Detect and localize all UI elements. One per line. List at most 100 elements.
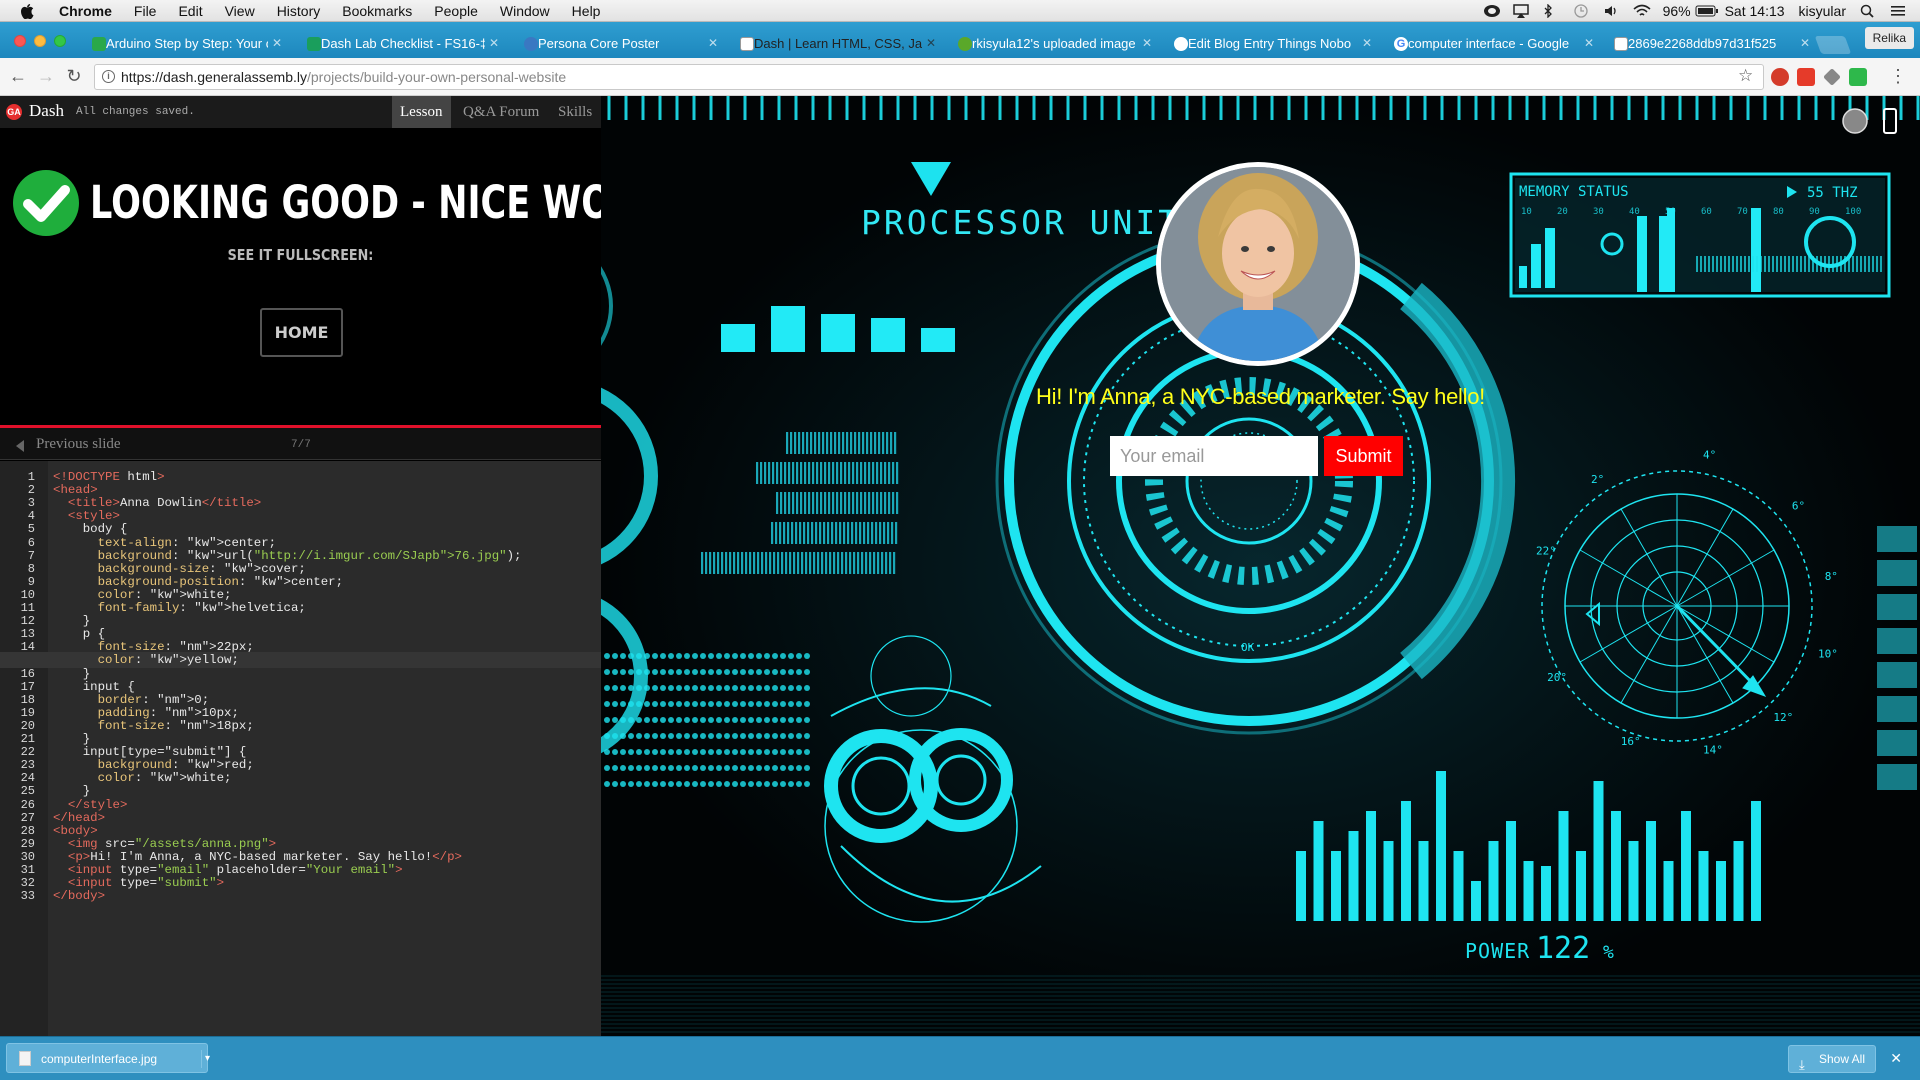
home-button[interactable]: HOME: [260, 308, 343, 357]
previous-slide-link[interactable]: Previous slide: [36, 436, 121, 453]
creative-cloud-icon[interactable]: [1483, 4, 1500, 18]
hud-dot: [604, 749, 610, 755]
notification-center-icon[interactable]: [1890, 4, 1906, 18]
tab-close-icon[interactable]: ✕: [1800, 29, 1810, 58]
hud-bar-stripe: [806, 432, 809, 454]
menubar-user[interactable]: kisyular: [1799, 3, 1846, 19]
airplay-icon[interactable]: [1512, 3, 1529, 18]
line-number: 23: [20, 758, 35, 773]
tab-close-icon[interactable]: ✕: [1362, 29, 1372, 58]
hud-dot: [604, 717, 610, 723]
ga-logo-icon[interactable]: GA: [6, 104, 22, 120]
code-line: text-align: "kw">center;: [97, 535, 277, 550]
show-all-downloads-button[interactable]: ⤓ Show All: [1787, 1045, 1876, 1073]
menu-file[interactable]: File: [123, 0, 168, 22]
line-number: 16: [20, 666, 35, 681]
hud-dot: [788, 717, 794, 723]
window-minimize-button[interactable]: [34, 35, 46, 47]
dash-header: GA Dash All changes saved. Lesson Q&A Fo…: [0, 96, 601, 128]
hud-bar-stripe: [856, 492, 859, 514]
window-close-button[interactable]: [14, 35, 26, 47]
tab-arduino[interactable]: Arduino Step by Step: Your c ✕: [78, 29, 290, 58]
menu-help[interactable]: Help: [561, 0, 612, 22]
memory-tick-label: 100: [1845, 207, 1861, 217]
time-machine-icon[interactable]: [1573, 3, 1589, 18]
battery-icon[interactable]: [1695, 4, 1718, 18]
spotlight-search-icon[interactable]: [1860, 4, 1876, 18]
line-number: 26: [20, 797, 35, 812]
power-bar: [1523, 861, 1534, 921]
hud-bar-stripe: [867, 522, 870, 544]
hud-bar-stripe: [840, 462, 843, 484]
hud-dot: [780, 701, 786, 707]
wifi-icon[interactable]: [1633, 4, 1651, 18]
power-bar: [1471, 881, 1481, 921]
tab-close-icon[interactable]: ✕: [708, 29, 718, 58]
tab-dash-lab-checklist[interactable]: Dash Lab Checklist - FS16-‡ ✕: [293, 29, 507, 58]
tab-persona-core-poster[interactable]: Persona Core Poster ✕: [510, 29, 726, 58]
address-bar[interactable]: i https://dash.generalassemb.ly/projects…: [94, 64, 1764, 90]
profile-button[interactable]: Relika: [1864, 27, 1914, 49]
extension-lastpass-icon[interactable]: [1771, 68, 1789, 86]
menu-edit[interactable]: Edit: [167, 0, 213, 22]
hud-dot: [636, 717, 642, 723]
tab-close-icon[interactable]: ✕: [1142, 29, 1152, 58]
memory-tick-label: 20: [1557, 207, 1568, 217]
close-download-bar-icon[interactable]: ✕: [1890, 1050, 1902, 1067]
website-preview: PROCESSOR UNIT OK MEMORY STATUS 55 THZ 1…: [601, 96, 1920, 1036]
forward-arrow-icon[interactable]: →: [32, 63, 60, 91]
show-all-label: Show All: [1818, 1052, 1865, 1066]
tab-qa-forum[interactable]: Q&A Forum: [455, 96, 547, 128]
memory-rate: 55 THZ: [1807, 185, 1858, 201]
bluetooth-icon[interactable]: [1543, 2, 1559, 19]
back-arrow-icon[interactable]: ←: [4, 63, 32, 91]
tab-close-icon[interactable]: ✕: [926, 29, 936, 58]
extension-red-icon[interactable]: [1797, 68, 1815, 86]
menu-people[interactable]: People: [423, 0, 489, 22]
submit-button[interactable]: Submit: [1324, 436, 1403, 476]
menu-history[interactable]: History: [266, 0, 332, 22]
browser-tab-strip: Arduino Step by Step: Your c ✕ Dash Lab …: [0, 22, 1920, 58]
menu-app-name[interactable]: Chrome: [48, 0, 123, 22]
download-item[interactable]: computerInterface.jpg ▾: [6, 1043, 210, 1073]
download-menu-caret-icon[interactable]: ▾: [201, 1050, 213, 1068]
hud-dot: [700, 749, 706, 755]
new-tab-button[interactable]: [1814, 36, 1852, 54]
menubar-clock[interactable]: Sat 14:13: [1725, 3, 1785, 19]
tab-edit-blog-entry[interactable]: Edit Blog Entry Things Nobo ✕: [1160, 29, 1380, 58]
tab-close-icon[interactable]: ✕: [489, 29, 499, 58]
code-line: }: [53, 666, 91, 681]
window-zoom-button[interactable]: [54, 35, 66, 47]
tab-close-icon[interactable]: ✕: [272, 29, 282, 58]
chrome-menu-icon[interactable]: ⋮: [1889, 66, 1907, 87]
tab-google-search[interactable]: G computer interface - Google ✕: [1380, 29, 1602, 58]
previous-arrow-icon[interactable]: [16, 440, 24, 452]
hud-dot: [748, 701, 754, 707]
hud-dot: [756, 749, 762, 755]
apple-icon[interactable]: [18, 2, 36, 20]
tab-lesson[interactable]: Lesson: [392, 96, 451, 128]
tab-uploaded-image[interactable]: rkisyula12's uploaded image ✕: [944, 29, 1160, 58]
volume-icon[interactable]: [1603, 4, 1619, 18]
hud-dot: [652, 653, 658, 659]
menu-bookmarks[interactable]: Bookmarks: [331, 0, 423, 22]
compass-label: 14°: [1703, 744, 1723, 757]
reload-icon[interactable]: ↻: [60, 63, 88, 91]
email-input[interactable]: [1110, 436, 1318, 476]
tab-image-file[interactable]: 2869e2268ddb97d31f525 ✕: [1600, 29, 1818, 58]
tab-skills[interactable]: Skills: [550, 96, 600, 128]
hud-dot: [700, 669, 706, 675]
hud-dot: [764, 781, 770, 787]
extension-green-icon[interactable]: [1849, 68, 1867, 86]
hud-dot: [780, 733, 786, 739]
hud-bar-stripe: [791, 522, 794, 544]
bookmark-star-icon[interactable]: ☆: [1738, 66, 1753, 86]
info-icon[interactable]: i: [102, 70, 115, 83]
hud-bar-stripe: [821, 552, 824, 574]
menu-view[interactable]: View: [214, 0, 266, 22]
hud-dot: [772, 765, 778, 771]
menu-window[interactable]: Window: [489, 0, 561, 22]
tab-close-icon[interactable]: ✕: [1584, 29, 1594, 58]
tab-dash-learn[interactable]: Dash | Learn HTML, CSS, Ja ✕: [726, 29, 944, 58]
code-editor[interactable]: 1234567891011121314151617181920212223242…: [0, 461, 601, 1036]
